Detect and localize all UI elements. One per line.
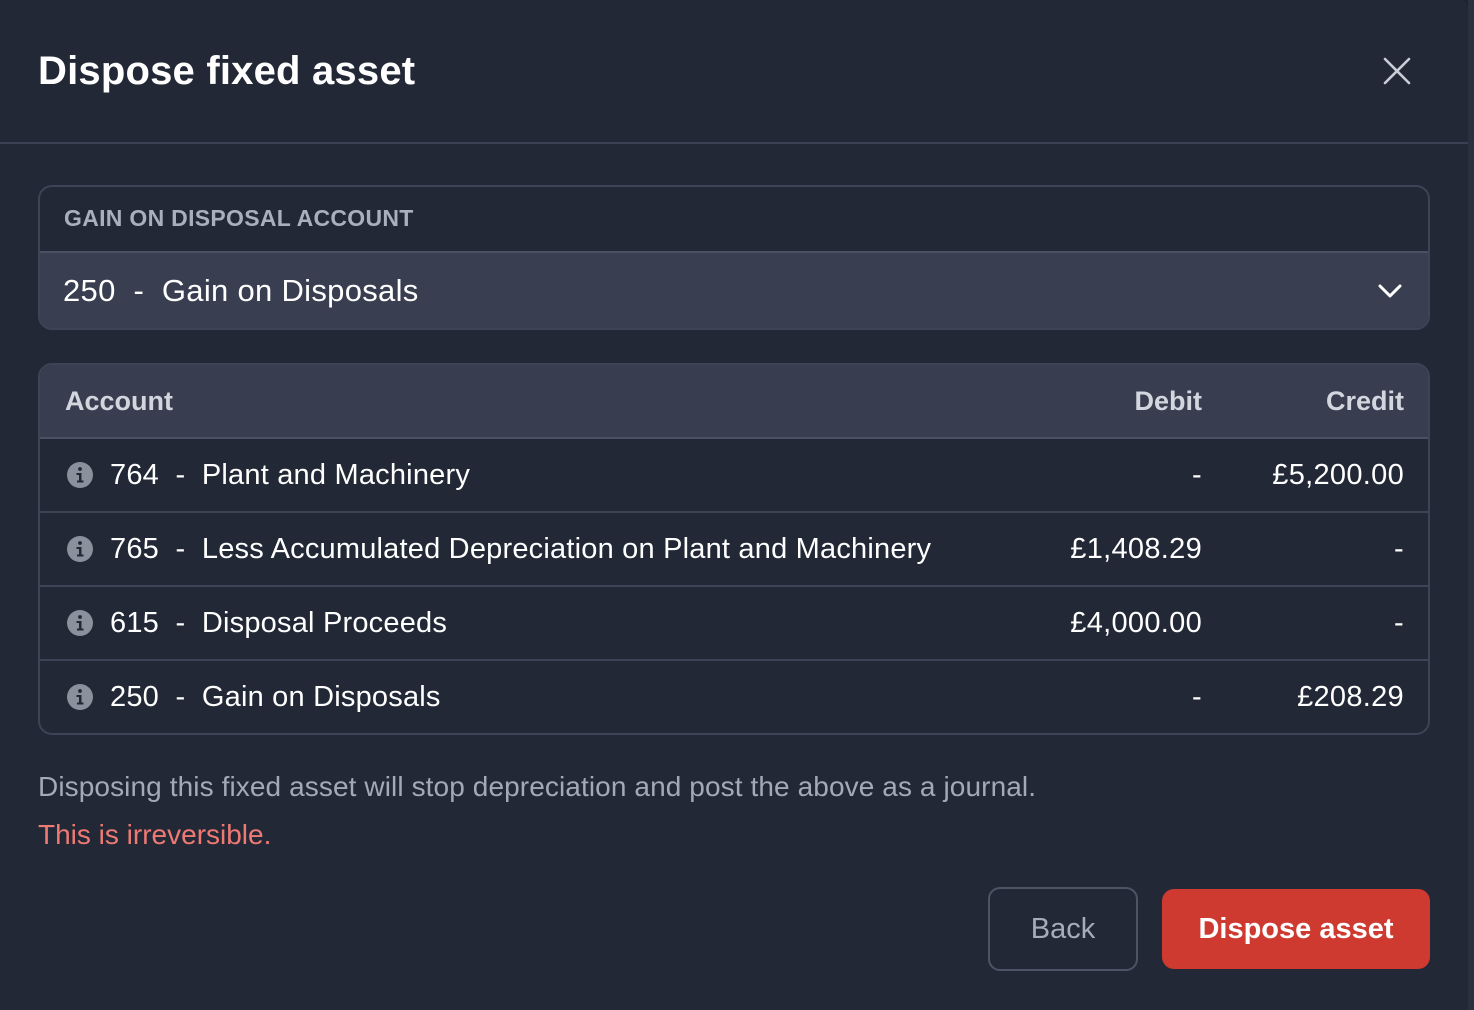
row-debit: £4,000.00 xyxy=(1070,607,1202,639)
irreversible-warning: This is irreversible. xyxy=(38,819,272,850)
column-header-account: Account xyxy=(65,386,173,416)
row-credit: - xyxy=(1394,533,1404,565)
row-account: 764 - Plant and Machinery xyxy=(110,459,471,491)
row-credit: £5,200.00 xyxy=(1272,459,1404,491)
window-edge xyxy=(1468,0,1474,1010)
row-debit: - xyxy=(1192,459,1202,491)
disposal-description: Disposing this fixed asset will stop dep… xyxy=(38,771,1037,802)
back-button[interactable]: Back xyxy=(988,887,1138,971)
gain-account-selected-value: 250 - Gain on Disposals xyxy=(63,273,419,308)
dialog-header: Dispose fixed asset xyxy=(0,0,1468,144)
info-icon[interactable] xyxy=(66,609,94,637)
close-button[interactable] xyxy=(1374,48,1420,94)
dialog-title: Dispose fixed asset xyxy=(38,49,416,93)
row-debit: £1,408.29 xyxy=(1070,533,1202,565)
table-row: 765 - Less Accumulated Depreciation on P… xyxy=(40,513,1428,587)
gain-account-select[interactable]: 250 - Gain on Disposals xyxy=(40,251,1428,328)
info-icon[interactable] xyxy=(66,683,94,711)
column-header-credit: Credit xyxy=(1325,386,1404,416)
row-account: 250 - Gain on Disposals xyxy=(110,681,441,713)
table-row: 250 - Gain on Disposals - £208.29 xyxy=(40,661,1428,733)
info-icon[interactable] xyxy=(66,535,94,563)
info-icon[interactable] xyxy=(66,461,94,489)
dispose-asset-button[interactable]: Dispose asset xyxy=(1162,889,1430,969)
row-account: 615 - Disposal Proceeds xyxy=(110,607,448,639)
table-row: 764 - Plant and Machinery - £5,200.00 xyxy=(40,439,1428,513)
journal-table: Account Debit Credit 764 - Plant and Mac… xyxy=(38,363,1430,735)
gain-account-label: GAIN ON DISPOSAL ACCOUNT xyxy=(64,205,414,231)
chevron-down-icon xyxy=(1378,284,1402,298)
table-header: Account Debit Credit xyxy=(40,365,1428,439)
row-credit: £208.29 xyxy=(1297,681,1404,713)
row-account: 765 - Less Accumulated Depreciation on P… xyxy=(110,533,932,565)
row-credit: - xyxy=(1394,607,1404,639)
column-header-debit: Debit xyxy=(1134,386,1203,416)
row-debit: - xyxy=(1192,681,1202,713)
table-row: 615 - Disposal Proceeds £4,000.00 - xyxy=(40,587,1428,661)
close-icon xyxy=(1383,57,1411,85)
dispose-fixed-asset-dialog: Dispose fixed asset GAIN ON DISPOSAL ACC… xyxy=(0,0,1468,1010)
gain-account-card: GAIN ON DISPOSAL ACCOUNT 250 - Gain on D… xyxy=(38,185,1430,330)
